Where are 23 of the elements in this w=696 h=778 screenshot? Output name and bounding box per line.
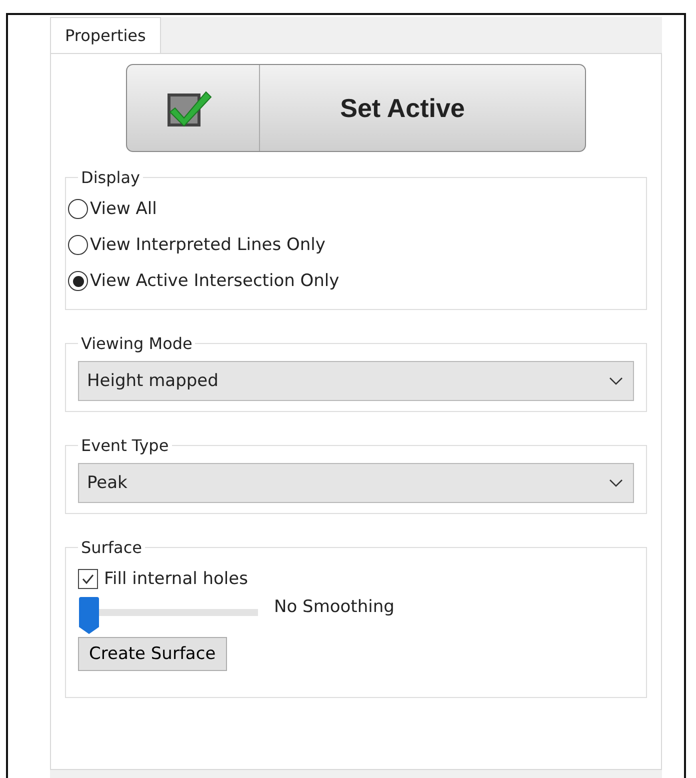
radio-button[interactable] — [68, 235, 88, 255]
viewing-mode-dropdown[interactable]: Height mapped — [78, 361, 634, 401]
group-title: Event Type — [80, 436, 170, 455]
radio-label[interactable]: View All — [90, 199, 157, 219]
set-active-button[interactable]: Set Active — [126, 64, 586, 152]
chevron-down-icon — [609, 377, 623, 385]
radio-label[interactable]: View Active Intersection Only — [90, 271, 340, 291]
smoothing-value: No Smoothing — [274, 597, 394, 617]
properties-tab[interactable]: Properties — [50, 17, 161, 53]
event-type-dropdown[interactable]: Peak — [78, 463, 634, 503]
checkbox-label[interactable]: Fill internal holes — [104, 569, 248, 589]
radio-button[interactable] — [68, 271, 88, 291]
group-title: Display — [80, 168, 141, 187]
checkbox[interactable] — [78, 569, 98, 589]
chevron-down-icon — [609, 479, 623, 487]
group-title: Viewing Mode — [80, 334, 194, 353]
slider-thumb[interactable] — [78, 597, 100, 635]
create-surface-button[interactable]: Create Surface — [78, 637, 227, 671]
radio-label[interactable]: View Interpreted Lines Only — [90, 235, 326, 255]
group-title: Surface — [80, 538, 143, 557]
smoothing-slider[interactable] — [78, 597, 258, 635]
checkmark-icon — [81, 573, 95, 585]
radio-button[interactable] — [68, 199, 88, 219]
